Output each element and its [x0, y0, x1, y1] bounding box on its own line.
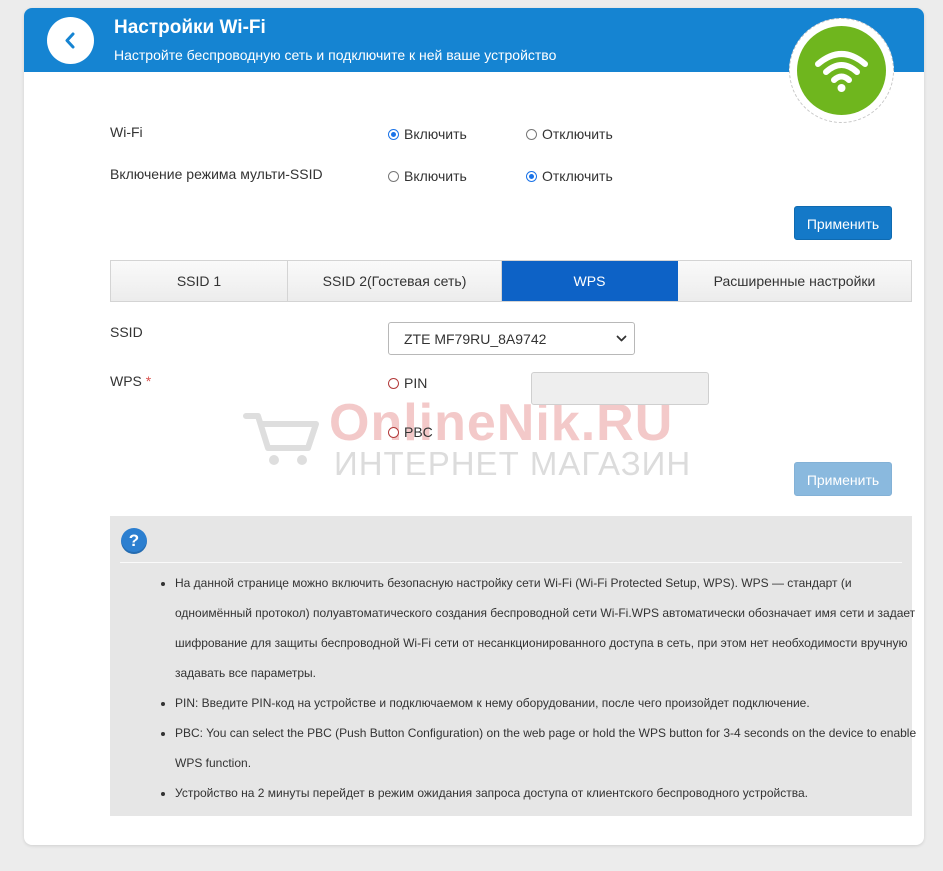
help-icon: ?	[121, 528, 147, 554]
wps-pin-radio[interactable]: PIN	[388, 375, 427, 391]
wifi-icon	[815, 51, 868, 92]
wps-label: WPS *	[110, 373, 152, 389]
wifi-disable-radio[interactable]: Отключить	[526, 126, 613, 142]
help-panel: ? На данной странице можно включить безо…	[110, 516, 916, 816]
radio-unchecked-icon	[388, 426, 399, 438]
divider	[120, 562, 902, 563]
ssid-label: SSID	[110, 324, 143, 340]
cart-icon	[243, 413, 319, 465]
radio-checked-icon	[526, 170, 537, 182]
multi-ssid-enable-radio[interactable]: Включить	[388, 168, 467, 184]
back-button[interactable]	[47, 17, 94, 64]
help-item: Устройство на 2 минуты перейдет в режим …	[175, 778, 921, 808]
tab-ssid2-guest[interactable]: SSID 2(Гостевая сеть)	[288, 261, 502, 301]
required-mark: *	[145, 373, 152, 389]
help-item: PBC: You can select the PBC (Push Button…	[175, 718, 921, 778]
radio-unchecked-icon	[388, 170, 399, 182]
help-list: На данной странице можно включить безопа…	[158, 568, 921, 808]
wifi-enable-radio[interactable]: Включить	[388, 126, 467, 142]
help-item: PIN: Введите PIN-код на устройстве и под…	[175, 688, 921, 718]
page-subtitle: Настройте беспроводную сеть и подключите…	[114, 47, 557, 63]
settings-tabs: SSID 1 SSID 2(Гостевая сеть) WPS Расшире…	[110, 260, 912, 302]
help-item: На данной странице можно включить безопа…	[175, 568, 921, 688]
tab-wps[interactable]: WPS	[502, 261, 678, 301]
watermark-tagline: ИНТЕРНЕТ МАГАЗИН	[334, 445, 692, 482]
wifi-label: Wi-Fi	[110, 124, 143, 140]
tab-advanced[interactable]: Расширенные настройки	[678, 261, 911, 301]
multi-ssid-label: Включение режима мульти-SSID	[110, 166, 323, 182]
ssid-select-value: ZTE MF79RU_8A9742	[404, 331, 547, 347]
apply-wifi-button[interactable]: Применить	[794, 206, 892, 240]
settings-card: Настройки Wi-Fi Настройте беспроводную с…	[24, 8, 924, 845]
wifi-status-badge	[789, 18, 894, 123]
apply-wps-button[interactable]: Применить	[794, 462, 892, 496]
wps-pbc-radio[interactable]: PBC	[388, 424, 433, 440]
tab-ssid1[interactable]: SSID 1	[111, 261, 288, 301]
chevron-left-icon	[65, 32, 75, 49]
radio-checked-icon	[388, 128, 399, 140]
radio-unchecked-icon	[526, 128, 537, 140]
page-title: Настройки Wi-Fi	[114, 17, 266, 38]
radio-unchecked-icon	[388, 377, 399, 389]
chevron-down-icon	[616, 335, 627, 342]
pin-field[interactable]	[531, 372, 709, 405]
multi-ssid-disable-radio[interactable]: Отключить	[526, 168, 613, 184]
ssid-select[interactable]: ZTE MF79RU_8A9742	[388, 322, 635, 355]
